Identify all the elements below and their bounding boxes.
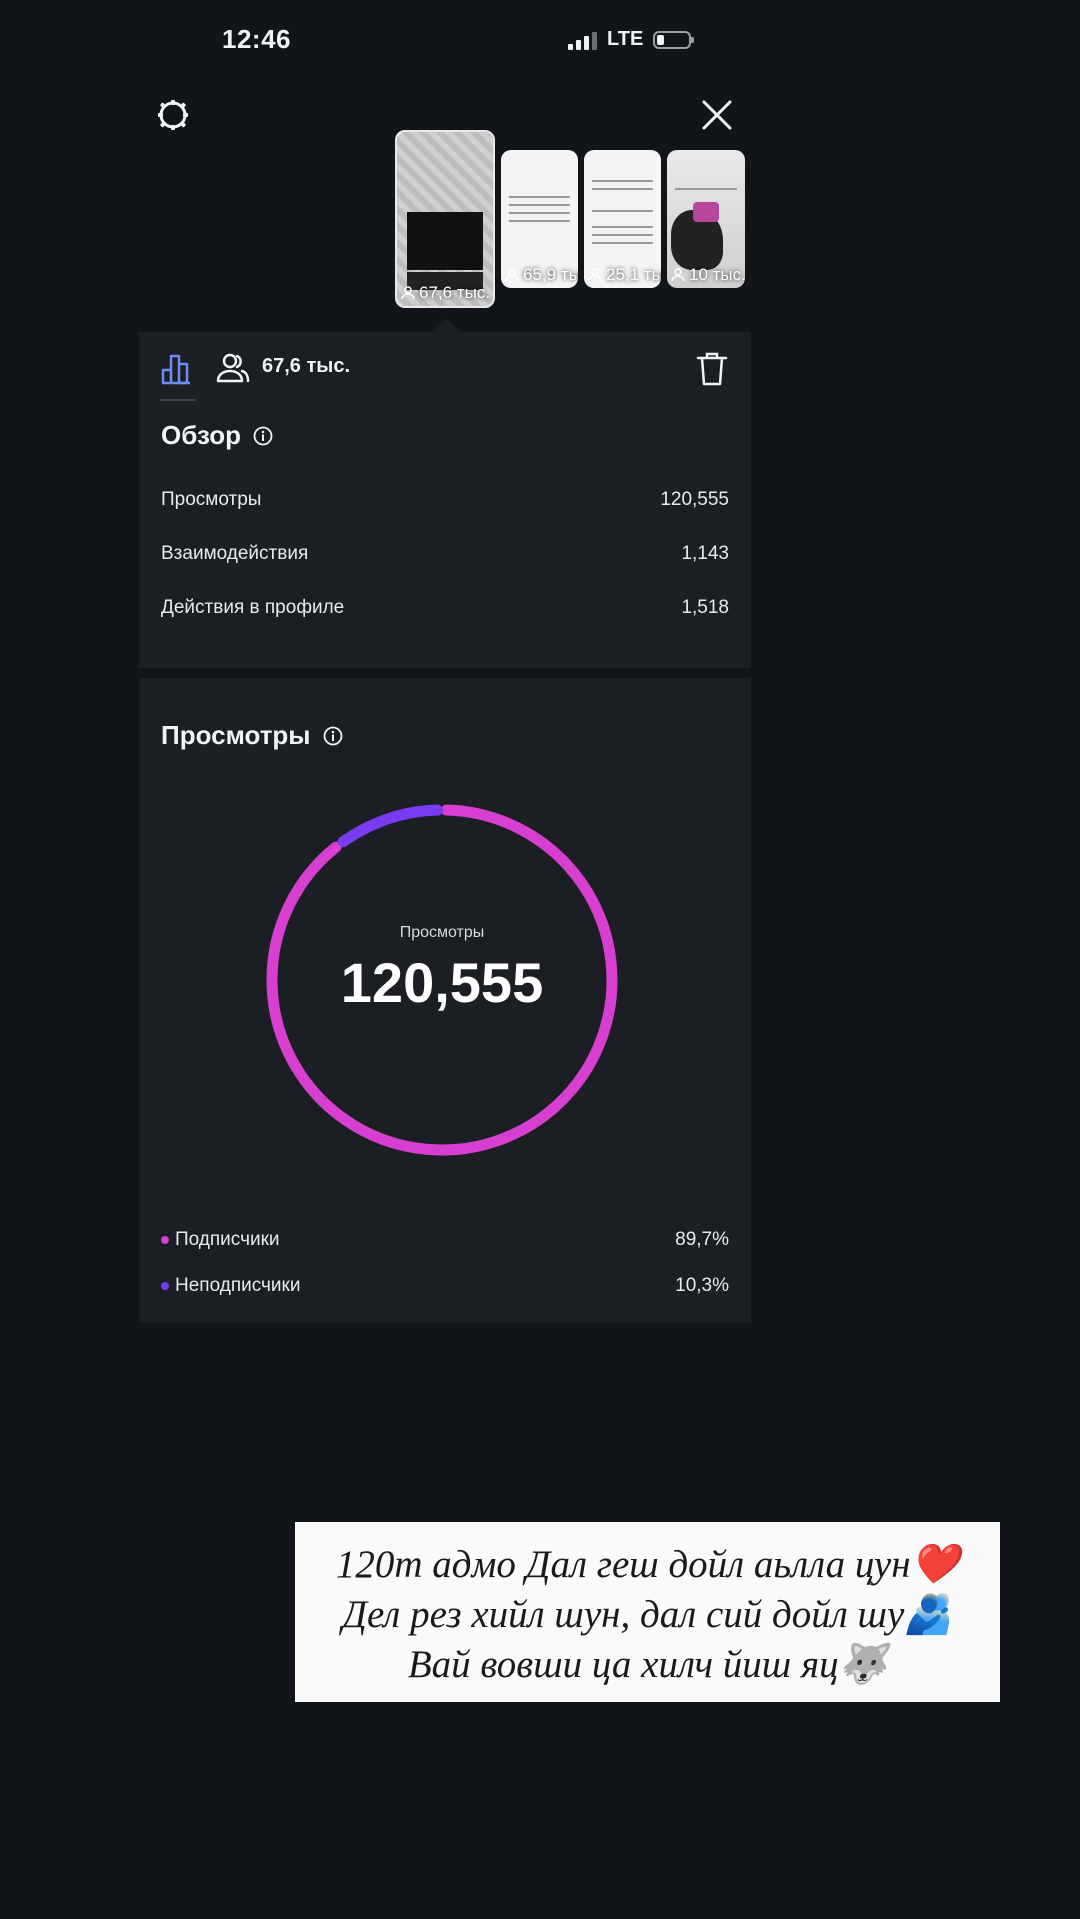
people-count: 67,6 тыс. <box>262 355 351 377</box>
metric-label: Просмотры <box>161 489 262 510</box>
overview-title: Обзор <box>161 420 241 450</box>
caption-line: Дел рез хийл шун, дал сий дойл шу🫂 <box>342 1593 953 1636</box>
metric-row: Взаимодействия 1,143 <box>161 543 729 565</box>
selected-story-pointer <box>432 318 460 332</box>
info-icon[interactable] <box>253 426 273 446</box>
story-caption: 120т адмо Дал геш дойл аьлла цун❤️ Дел р… <box>295 1522 1000 1702</box>
legend-row: Подписчики 89,7% <box>161 1229 729 1251</box>
donut-center-value: 120,555 <box>340 951 544 1014</box>
caption-line: Вай вовши ца хилч йиш яц🐺 <box>407 1643 888 1686</box>
views-heading: Просмотры <box>161 720 343 751</box>
story-thumbnail[interactable]: 65,9 тыс. <box>501 150 578 288</box>
story-views: 25,1 тыс. <box>588 265 661 285</box>
donut-segment-non-followers <box>337 804 444 848</box>
story-thumbnail-selected[interactable]: 67,6 тыс. <box>395 130 495 308</box>
active-tab-indicator <box>160 399 196 401</box>
status-time: 12:46 <box>222 24 291 54</box>
viewers-icon <box>505 268 519 282</box>
viewers-icon <box>671 268 685 282</box>
legend-value: 89,7% <box>675 1229 729 1250</box>
status-indicators: LTE <box>568 28 695 51</box>
metric-label: Действия в профиле <box>161 597 345 618</box>
trash-icon[interactable] <box>696 352 728 391</box>
overview-heading: Обзор <box>161 420 273 451</box>
legend-row: Неподписчики 10,3% <box>161 1275 729 1297</box>
story-thumbnail[interactable]: 10 тыс. <box>667 150 745 288</box>
battery-icon <box>653 30 695 49</box>
story-thumbnail[interactable]: 25,1 тыс. <box>584 150 661 288</box>
signal-icon <box>568 30 597 50</box>
story-views: 67,6 тыс. <box>401 283 490 303</box>
metric-value: 1,518 <box>681 597 729 618</box>
people-icon[interactable] <box>216 352 250 389</box>
story-views: 65,9 тыс. <box>505 265 578 285</box>
info-icon[interactable] <box>323 726 343 746</box>
donut-center-label: Просмотры <box>399 924 485 941</box>
settings-gear-icon[interactable] <box>156 98 190 137</box>
story-views: 10 тыс. <box>671 265 745 285</box>
views-title: Просмотры <box>161 720 311 750</box>
network-label: LTE <box>607 28 644 50</box>
metric-value: 1,143 <box>681 543 729 564</box>
caption-line: 120т адмо Дал геш дойл аьлла цун❤️ <box>335 1543 960 1586</box>
metric-row: Просмотры 120,555 <box>161 489 729 511</box>
close-icon[interactable] <box>700 98 734 137</box>
legend-label: Подписчики <box>175 1229 280 1250</box>
legend-swatch <box>161 1236 169 1244</box>
viewers-icon <box>401 286 415 300</box>
bar-chart-icon[interactable] <box>160 350 196 391</box>
metric-value: 120,555 <box>660 489 729 510</box>
legend-swatch <box>161 1282 169 1290</box>
viewers-icon <box>588 268 602 282</box>
metric-row: Действия в профиле 1,518 <box>161 597 729 619</box>
metric-label: Взаимодействия <box>161 543 309 564</box>
legend-label: Неподписчики <box>175 1275 301 1296</box>
legend-value: 10,3% <box>675 1275 729 1296</box>
